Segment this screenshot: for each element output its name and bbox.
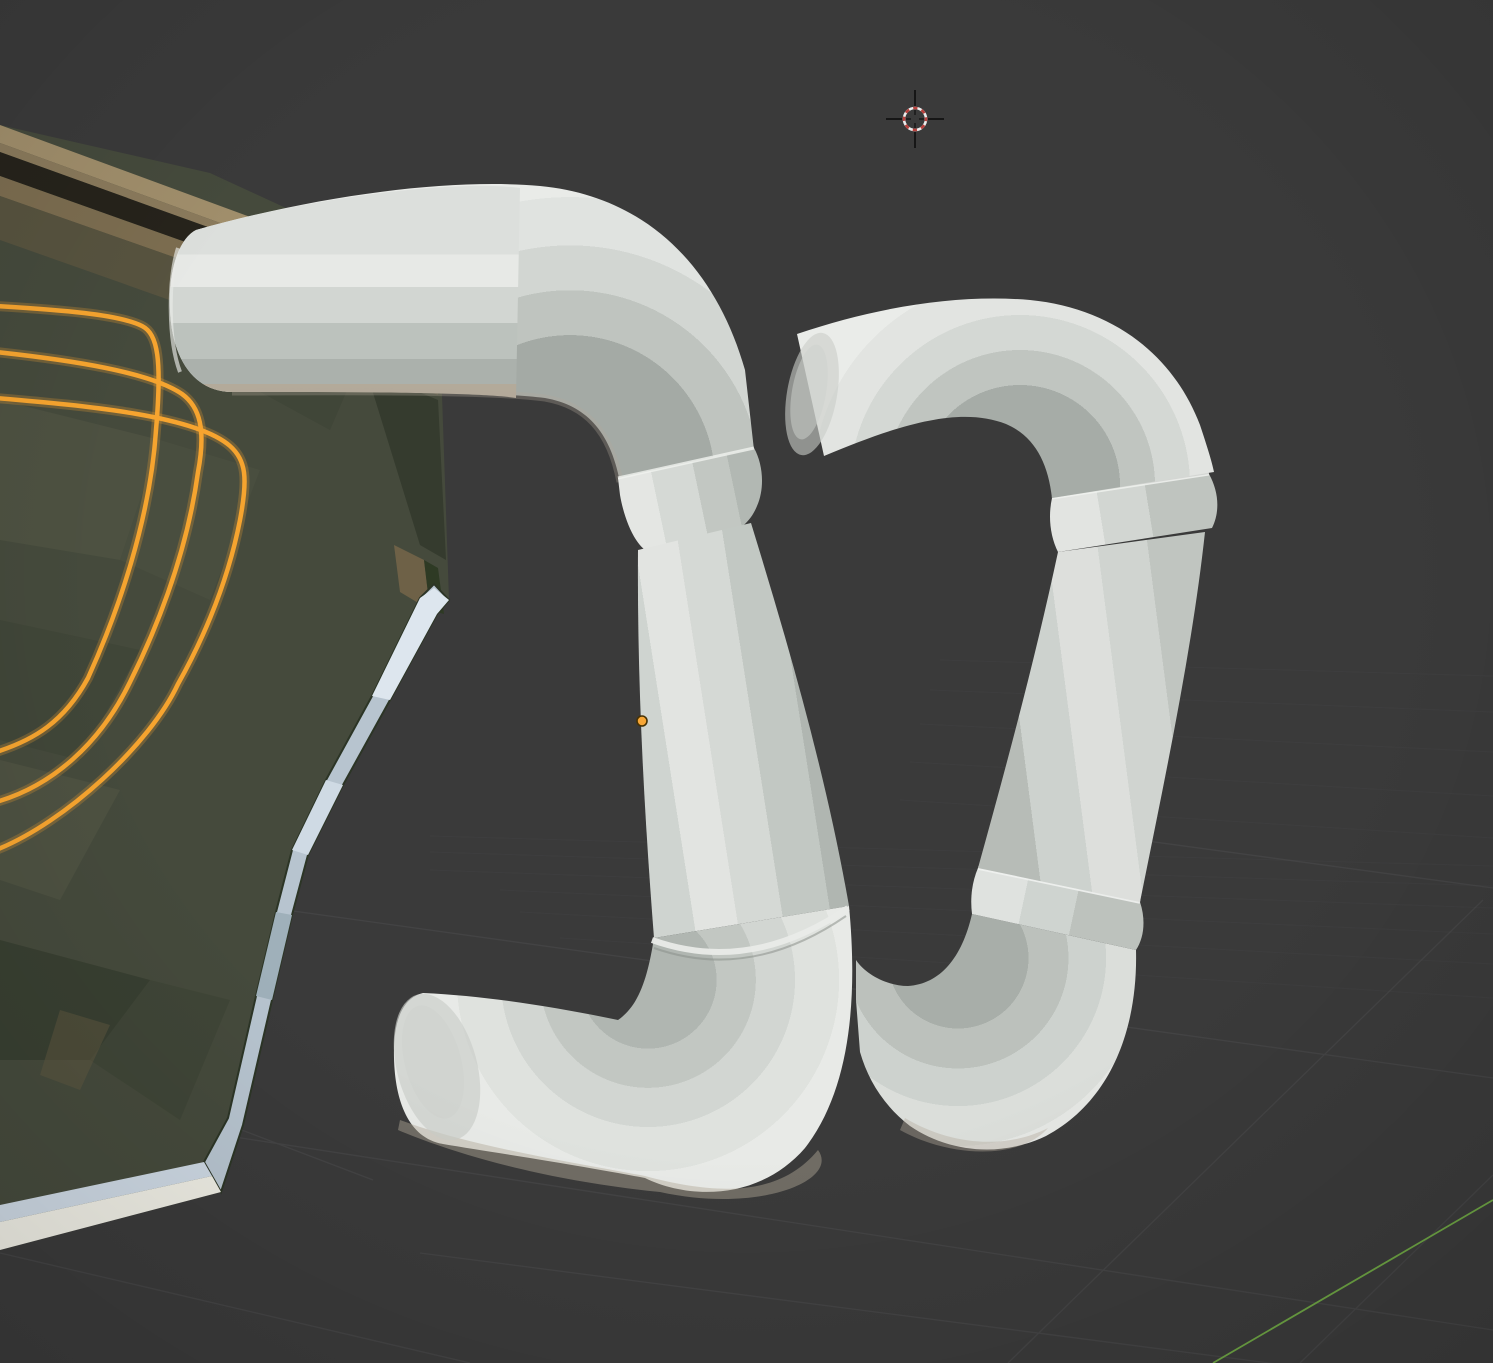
origin-dot-icon [637,716,647,726]
vignette-overlay [0,0,1493,1363]
blender-3d-viewport[interactable] [0,0,1493,1363]
viewport-canvas[interactable] [0,0,1493,1363]
